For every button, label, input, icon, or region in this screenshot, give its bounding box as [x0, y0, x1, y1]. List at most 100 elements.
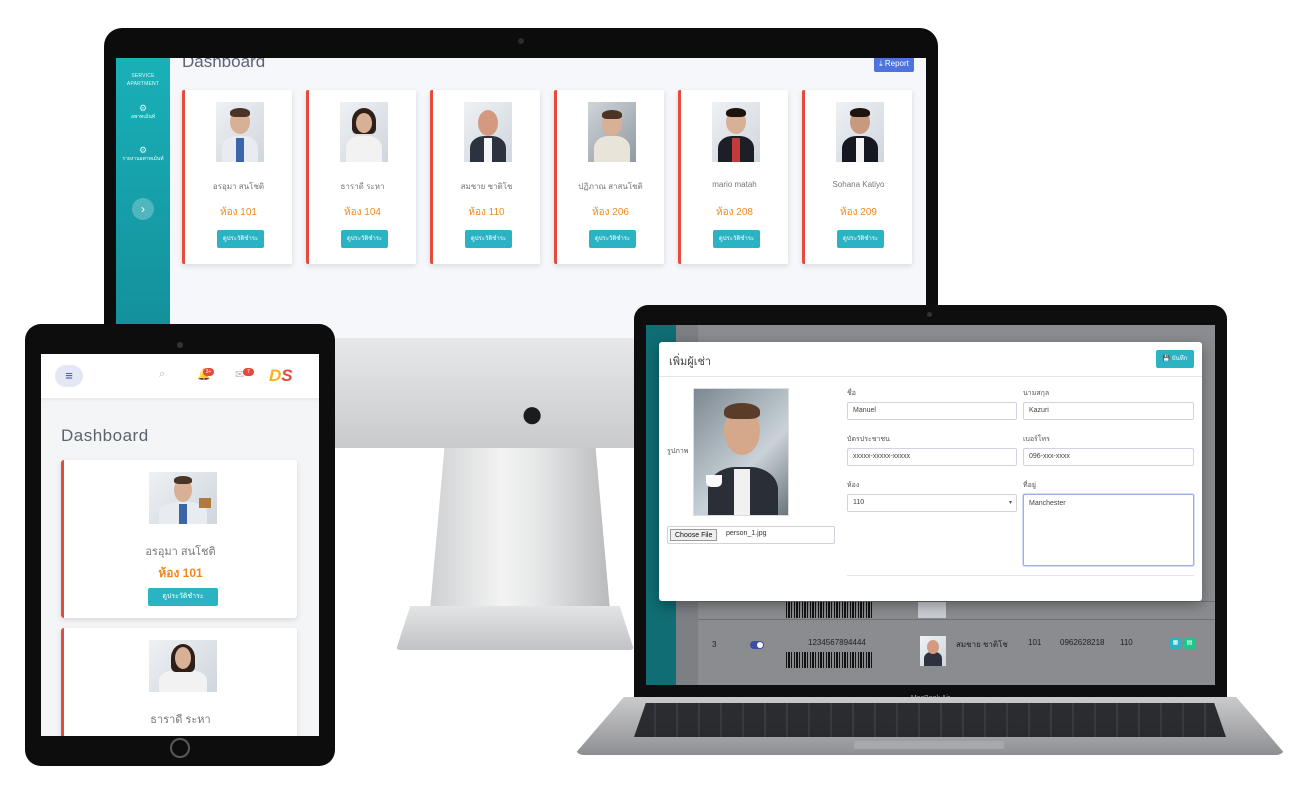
first-name-field[interactable]: Manuel — [847, 402, 1017, 420]
tenant-name: สมชาย ชาติโช — [956, 640, 1008, 649]
payment-history-button[interactable]: ดูประวัติชำระ — [148, 588, 218, 606]
tenant-photo — [920, 636, 946, 666]
tenant-card: mario matah ห้อง 208 ดูประวัติชำระ — [678, 90, 788, 264]
tenant-room: ห้อง 110 — [468, 207, 505, 218]
phone-field[interactable]: 096-xxx-xxxx — [1023, 448, 1194, 466]
top-navbar: ≡ ⌕ 🔔 3+ ✉ 7 DS — [41, 354, 319, 398]
room-select-value: 110 — [853, 499, 865, 506]
sidebar-item-apartment[interactable]: ⚙ อพาทเม้นท์ — [116, 102, 170, 121]
tenant-name: mario matah — [712, 180, 757, 189]
room-select[interactable]: 110 ▾ — [847, 494, 1017, 512]
gear-icon: ⚙ — [138, 145, 148, 155]
tenant-photo — [712, 102, 760, 162]
tenant-card: ธาราดี ระหา ห้อง 104 ดูประวัติชำระ — [306, 90, 416, 264]
status-toggle[interactable] — [750, 641, 764, 649]
room-label: ห้อง — [847, 482, 860, 489]
payment-history-button[interactable]: ดูประวัติชำระ — [713, 230, 760, 248]
tenant-card: อรอุมา สนโชติ ห้อง 101 ดูประวัติชำระ — [61, 460, 297, 618]
last-name-field[interactable]: Kazuri — [1023, 402, 1194, 420]
sidebar: SERVICE APARTMENT ⚙ อพาทเม้นท์ ⚙ รายงานอ… — [116, 58, 170, 338]
tenant-card: สมชาย ชาติโช ห้อง 110 ดูประวัติชำระ — [430, 90, 540, 264]
divider — [659, 376, 1202, 377]
barcode-view-button[interactable]: ▦ — [1170, 638, 1181, 649]
save-button[interactable]: 💾 บันทึก — [1156, 350, 1194, 368]
tenant-photo — [216, 102, 264, 162]
notification-badge: 3+ — [203, 368, 214, 376]
payment-history-button[interactable]: ดูประวัติชำระ — [217, 230, 264, 248]
phone-label: เบอร์โทร — [1023, 436, 1050, 443]
photo-file-input[interactable]: Choose File person_1.jpg — [667, 526, 835, 544]
device-mockup-stage: SERVICE APARTMENT ⚙ อพาทเม้นท์ ⚙ รายงานอ… — [0, 0, 1300, 800]
coffee-cup-icon — [706, 475, 722, 487]
search-icon[interactable]: ⌕ — [159, 368, 165, 381]
payment-history-button[interactable]: ดูประวัติชำระ — [589, 230, 636, 248]
macbook-camera — [927, 312, 932, 317]
trackpad — [854, 741, 1004, 749]
tenant-room: ห้อง 101 — [220, 207, 257, 218]
barcode — [786, 652, 872, 668]
tenant-name: ธาราดี ระหา — [150, 714, 211, 726]
sidebar-brand: SERVICE APARTMENT — [126, 73, 160, 87]
id-card-field[interactable]: xxxxx-xxxxx-xxxxx — [847, 448, 1017, 466]
tenant-photo — [918, 602, 946, 618]
keyboard — [634, 703, 1226, 737]
divider — [847, 575, 1194, 576]
payment-history-button[interactable]: ดูประวัติชำระ — [341, 230, 388, 248]
tenant-name: สมชาย ชาติโช — [460, 182, 513, 191]
tenant-card: ปฏิภาณ สาสนโชติ ห้อง 206 ดูประวัติชำระ — [554, 90, 664, 264]
tenant-photo — [588, 102, 636, 162]
tenant-room: ห้อง 104 — [344, 207, 381, 218]
row-index: 3 — [712, 640, 717, 649]
ipad-device: ≡ ⌕ 🔔 3+ ✉ 7 DS Dashboard อรอุมา สนโชติ … — [25, 324, 335, 766]
imac-screen: SERVICE APARTMENT ⚙ อพาทเม้นท์ ⚙ รายงานอ… — [116, 58, 926, 338]
document-button[interactable]: ▤ — [1184, 638, 1195, 649]
tenant-photo — [464, 102, 512, 162]
room-number: 101 — [1028, 638, 1042, 647]
tenant-room: ห้อง 208 — [716, 207, 753, 218]
house-icon — [199, 498, 211, 508]
tenant-name: Sohana Katiyo — [832, 180, 885, 189]
tenant-name: ปฏิภาณ สาสนโชติ — [578, 182, 643, 191]
imac-camera — [518, 38, 524, 44]
menu-icon[interactable]: ≡ — [55, 365, 83, 387]
apple-logo-icon: ● — [520, 392, 545, 436]
macbook-screen: 3 1234567894444 สมชาย ชาติโช 101 0962628… — [646, 325, 1215, 685]
macbook-base — [574, 697, 1286, 755]
report-button[interactable]: ⤓ Report — [874, 58, 914, 72]
gear-icon: ⚙ — [138, 103, 148, 113]
first-name-label: ชื่อ — [847, 390, 856, 397]
ipad-camera — [177, 342, 183, 348]
tenant-room: ห้อง 209 — [840, 207, 877, 218]
ipad-screen: ≡ ⌕ 🔔 3+ ✉ 7 DS Dashboard อรอุมา สนโชติ … — [41, 354, 319, 736]
modal-title: เพิ่มผู้เช่า — [669, 356, 712, 368]
imac-stand-foot — [396, 606, 634, 650]
page-title: Dashboard — [182, 58, 266, 71]
tenant-photo — [149, 472, 217, 524]
sidebar-item-label: อพาทเม้นท์ — [130, 114, 156, 120]
barcode-number: 1234567894444 — [808, 638, 866, 647]
sidebar-item-report[interactable]: ⚙ รายงานอพาทเม้นท์ — [116, 144, 170, 163]
tenant-name: อรอุมา สนโชติ — [212, 182, 265, 191]
file-name: person_1.jpg — [726, 530, 767, 537]
tenant-room: ห้อง 206 — [592, 207, 629, 218]
tenant-card: Sohana Katiyo ห้อง 209 ดูประวัติชำระ — [802, 90, 912, 264]
address-textarea[interactable]: Manchester — [1023, 494, 1194, 566]
tenant-name: ธาราดี ระหา — [340, 182, 385, 191]
payment-history-button[interactable]: ดูประวัติชำระ — [837, 230, 884, 248]
sidebar-item-label: รายงานอพาทเม้นท์ — [122, 156, 164, 162]
phone-number: 0962628218 — [1060, 638, 1105, 647]
table-row: 3 1234567894444 สมชาย ชาติโช 101 0962628… — [698, 619, 1215, 685]
id-card-label: บัตรประชาชน — [847, 436, 890, 443]
tenant-photo — [340, 102, 388, 162]
tenant-photo — [149, 640, 217, 692]
home-button[interactable] — [170, 738, 190, 758]
page-title: Dashboard — [61, 426, 149, 445]
tenant-photo — [836, 102, 884, 162]
sidebar-toggle-button[interactable]: › — [132, 198, 154, 220]
choose-file-button[interactable]: Choose File — [670, 529, 718, 541]
imac-stand — [430, 448, 610, 610]
macbook-display: 3 1234567894444 สมชาย ชาติโช 101 0962628… — [634, 305, 1227, 702]
photo-label: รูปภาพ — [667, 448, 689, 455]
payment-history-button[interactable]: ดูประวัติชำระ — [465, 230, 512, 248]
message-badge: 7 — [243, 368, 254, 376]
